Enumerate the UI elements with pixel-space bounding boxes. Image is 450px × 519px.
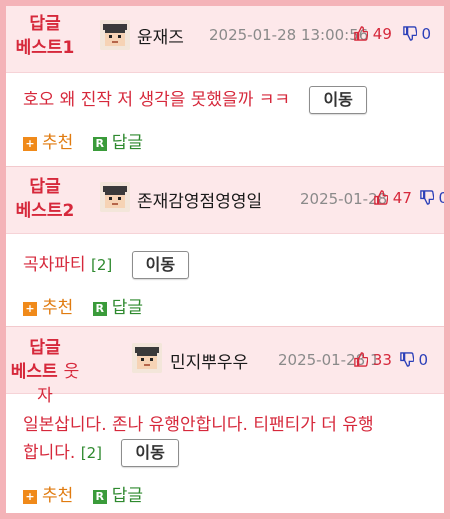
upvote-count: 47 (392, 189, 412, 207)
thumbs-up-icon (354, 352, 368, 367)
rank-line1: 답글 (29, 338, 61, 358)
rank-line2: 베스트1 (15, 38, 75, 58)
reply-button[interactable]: R 답글 (92, 128, 143, 153)
thumbs-down-icon (402, 26, 417, 41)
recommend-button[interactable]: + 추천 (23, 481, 73, 506)
r-square-icon: R (92, 137, 107, 151)
rank-line1: 답글 (29, 14, 61, 34)
comment-actions: + 추천 R 답글 (23, 128, 157, 153)
upvote-button[interactable]: 33 (353, 351, 397, 369)
recommend-button[interactable]: + 추천 (23, 293, 73, 318)
avatar-icon[interactable] (100, 20, 130, 50)
downvote-button[interactable]: 0 (399, 351, 428, 369)
reply-label: 답글 (111, 298, 143, 318)
card-header: 답글 베스트1 윤재즈 2025-01-28 13:00:56 49 0 (6, 6, 444, 73)
rank-line2: 베스트2 (15, 201, 75, 221)
plus-square-icon: + (23, 137, 37, 151)
downvote-button[interactable]: 0 (402, 25, 431, 43)
recommend-button[interactable]: + 추천 (23, 128, 73, 153)
vote-counts: 47 0 (373, 189, 444, 207)
thumbs-down-icon (399, 352, 414, 367)
reply-button[interactable]: R 답글 (92, 481, 143, 506)
rank-line1: 답글 (29, 177, 61, 197)
comment-best-list: 답글 베스트1 윤재즈 2025-01-28 13:00:56 49 0 호오 … (6, 6, 444, 513)
upvote-button[interactable]: 49 (353, 25, 397, 43)
plus-square-icon: + (23, 302, 37, 316)
vote-counts: 33 0 (353, 351, 428, 369)
vote-counts: 49 0 (353, 25, 431, 43)
r-square-icon: R (92, 490, 107, 504)
rank-line2-prefix: 베스트 (10, 362, 58, 382)
reply-label: 답글 (111, 133, 143, 153)
card-header: 답글 베스트2 존재감영점영영일 2025-01-28 13:00 (6, 167, 444, 234)
recommend-label: 추천 (42, 486, 74, 506)
rank-label: 답글 베스트 웃자 (6, 336, 84, 408)
comment-text: 합니다. (23, 443, 76, 463)
upvote-count: 49 (372, 25, 392, 43)
reply-button[interactable]: R 답글 (92, 293, 143, 318)
comment-actions: + 추천 R 답글 (23, 293, 157, 318)
comment-body: 일본삽니다. 존나 유행안합니다. 티팬티가 더 유행 합니다. [2] 이동 (23, 411, 374, 467)
username[interactable]: 윤재즈 (137, 23, 184, 48)
avatar-icon[interactable] (100, 182, 130, 212)
reply-label: 답글 (111, 486, 143, 506)
rank-line2: 베스트 웃자 (6, 360, 84, 408)
best-reply-card: 답글 베스트2 존재감영점영영일 2025-01-28 13:00 (6, 167, 444, 326)
thumbs-up-icon (374, 190, 388, 205)
comment-text-line1: 일본삽니다. 존나 유행안합니다. 티팬티가 더 유행 (23, 415, 374, 435)
reply-count: [2] (80, 444, 102, 462)
move-button[interactable]: 이동 (121, 439, 179, 467)
card-header: 답글 베스트 웃자 민지뿌우우 2025-01-28 13:05:50 (6, 327, 444, 406)
upvote-count: 33 (372, 351, 392, 369)
post-date: 2025-01-28 13:00:56 (209, 26, 369, 44)
comment-actions: + 추천 R 답글 (23, 481, 157, 506)
move-button[interactable]: 이동 (309, 86, 367, 114)
r-square-icon: R (92, 302, 107, 316)
best-reply-card: 답글 베스트1 윤재즈 2025-01-28 13:00:56 49 0 호오 … (6, 6, 444, 166)
thumbs-down-icon (419, 190, 434, 205)
recommend-label: 추천 (42, 298, 74, 318)
rank-label: 답글 베스트1 (6, 12, 84, 60)
comment-text-line2: 합니다. [2] 이동 (23, 439, 374, 467)
comment-body: 곡차파티 [2] 이동 (23, 251, 190, 279)
avatar-icon[interactable] (132, 343, 162, 373)
username[interactable]: 존재감영점영영일 (137, 187, 262, 212)
comment-text: 호오 왜 진작 저 생각을 못했을까 ㅋㅋ (23, 90, 291, 110)
downvote-count: 0 (438, 189, 444, 207)
upvote-button[interactable]: 47 (373, 189, 417, 207)
comment-text: 곡차파티 (23, 255, 86, 275)
downvote-button[interactable]: 0 (419, 189, 444, 207)
comment-body: 호오 왜 진작 저 생각을 못했을까 ㅋㅋ 이동 (23, 86, 367, 114)
reply-count: [2] (90, 256, 113, 274)
downvote-count: 0 (421, 25, 431, 43)
rank-label: 답글 베스트2 (6, 175, 84, 223)
plus-square-icon: + (23, 490, 37, 504)
best-reply-card: 답글 베스트 웃자 민지뿌우우 2025-01-28 13:05:50 (6, 327, 444, 513)
thumbs-up-icon (354, 26, 368, 41)
recommend-label: 추천 (42, 133, 74, 153)
downvote-count: 0 (418, 351, 428, 369)
username[interactable]: 민지뿌우우 (170, 348, 248, 373)
move-button[interactable]: 이동 (131, 251, 190, 279)
